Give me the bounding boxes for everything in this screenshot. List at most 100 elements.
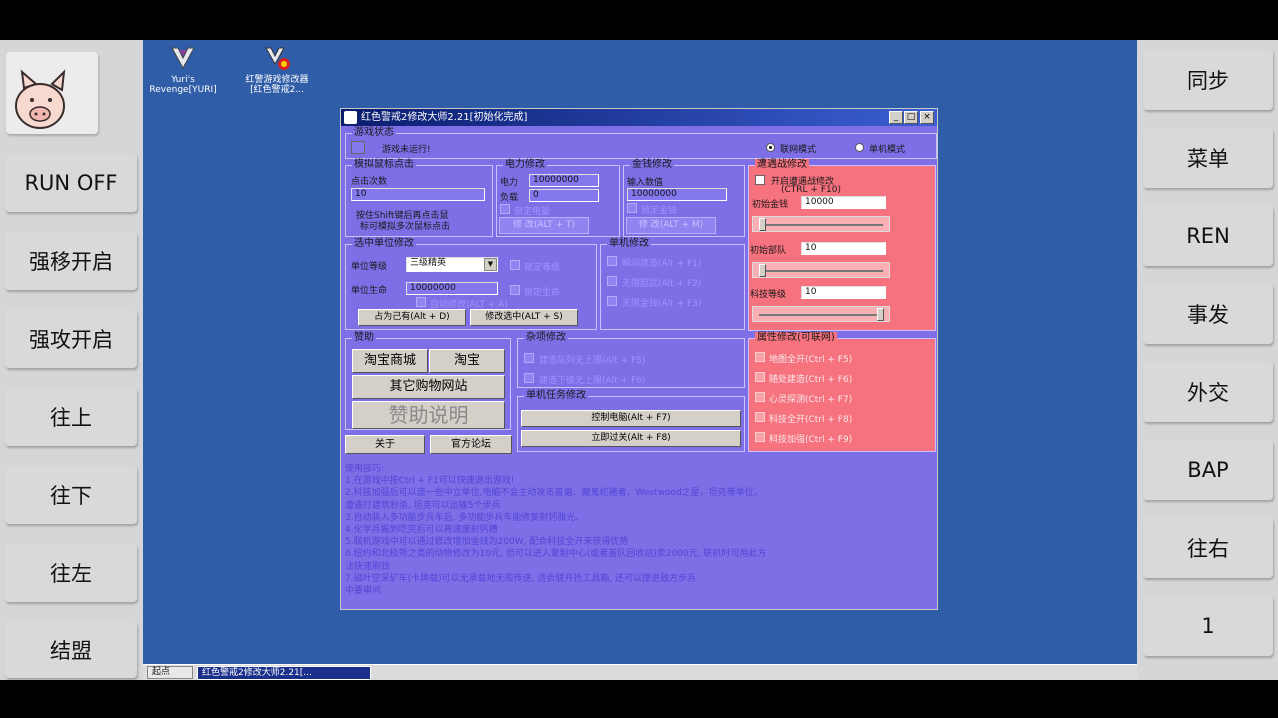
map-reveal-checkbox[interactable] [755,352,765,362]
modify-selected-button[interactable]: 修改选中(ALT + S) [470,309,578,326]
build-lower-checkbox[interactable] [524,373,534,383]
map-reveal-label: 地图全开(Ctrl + F5) [769,355,853,365]
psychic-reveal-checkbox[interactable] [755,392,765,402]
instant-win-button[interactable]: 立即过关(Alt + F8) [521,430,741,447]
tip-line: 3.自动装入多功能步兵车后, 多功能步兵车能修复射钙雅光。 [345,512,585,523]
force-attack-button[interactable]: 强攻开启 [5,310,137,368]
lock-life-checkbox[interactable] [510,285,520,295]
ren-button[interactable]: REN [1143,206,1273,266]
start-label: 起点 [152,667,171,677]
instant-build-checkbox[interactable] [607,256,617,266]
tech-boost-checkbox[interactable] [755,432,765,442]
move-up-button[interactable]: 往上 [5,388,137,446]
control-ai-button[interactable]: 控制电脑(Alt + F7) [521,410,741,427]
minimize-button[interactable]: _ [889,111,903,124]
modify-power-button[interactable]: 修 改(ALT + T) [499,217,589,234]
unit-life-input[interactable]: 10000000 [406,282,498,295]
force-move-button[interactable]: 强移开启 [5,232,137,290]
desktop-icon-yuri[interactable]: Yuri's Revenge[YURI] [147,44,219,95]
menu-button[interactable]: 菜单 [1143,128,1273,188]
unit-level-label: 单位等级 [351,262,388,272]
build-lower-label: 建造下级无上限(Alt + F6) [539,376,646,386]
build-queue-label: 建造队列无上限(Alt + F5) [539,356,646,366]
incident-button[interactable]: 事发 [1143,284,1273,344]
tech-all-checkbox[interactable] [755,412,765,422]
unlimited-super-checkbox[interactable] [607,276,617,286]
initial-money-input[interactable]: 10000 [801,196,886,209]
power-input[interactable]: 10000000 [529,174,599,187]
move-down-button[interactable]: 往下 [5,466,137,524]
lock-money-checkbox[interactable] [627,203,637,213]
group-title: 金钱修改 [630,159,674,171]
tech-level-input[interactable]: 10 [801,286,886,299]
occupy-button[interactable]: 占为己有(Alt + D) [358,309,466,326]
tip-line: 5.联机游戏中可以通过修改增加金钱为200W, 配合科技全开来获得优势 [345,537,629,548]
online-mode-radio[interactable] [766,143,775,152]
move-left-button[interactable]: 往左 [5,544,137,602]
bap-button[interactable]: BAP [1143,440,1273,500]
key-1-button[interactable]: 1 [1143,596,1273,656]
single-mode-label: 单机模式 [869,145,906,155]
start-button[interactable]: 起点 [147,666,193,679]
slider-thumb[interactable] [877,308,884,321]
money-input[interactable]: 10000000 [627,188,727,201]
tip-line: 2.科技加强后可以造一些中立单位,电脑不会主动攻击普遍、魔鬼蛇猪者、Westwo… [345,488,763,499]
initial-team-input[interactable]: 10 [801,242,886,255]
lock-power-checkbox[interactable] [500,204,510,214]
pig-avatar-icon[interactable] [6,52,98,134]
taskbar: 起点 红色警戒2修改大师2.21[... [143,664,1137,680]
load-input[interactable]: 0 [529,189,599,202]
alliance-button[interactable]: 结盟 [5,622,137,678]
encounter-hotkey: (CTRL + F10) [781,185,841,195]
slider-thumb[interactable] [759,264,766,277]
modify-money-button[interactable]: 修 改(ALT + M) [626,217,716,234]
power-label: 电力 [500,178,519,188]
taskbar-task-trainer[interactable]: 红色警戒2修改大师2.21[... [197,666,371,680]
about-button[interactable]: 关于 [345,435,425,454]
sync-button[interactable]: 同步 [1143,50,1273,110]
tip-line: 4.化学兵搬到吃完后可以再速度射钙槽 [345,525,498,536]
desktop-icon-trainer[interactable]: 红警游戏修改器 [红色警戒2... [233,44,321,95]
other-shops-button[interactable]: 其它购物网站 [352,375,505,399]
run-off-button[interactable]: RUN OFF [5,154,137,212]
yuri-logo-icon [168,44,198,72]
single-mode-radio[interactable] [855,143,864,152]
click-count-input[interactable]: 10 [351,188,485,201]
move-right-button[interactable]: 往右 [1143,518,1273,578]
unit-level-select[interactable]: 三级精英 ▼ [406,257,498,272]
unlimited-money-label: 无限金钱(Alt + F3) [622,299,702,309]
unlimited-money-checkbox[interactable] [607,296,617,306]
unit-level-value: 三级精英 [410,258,447,268]
enable-encounter-checkbox[interactable] [755,175,765,185]
build-anywhere-label: 随处建造(Ctrl + F6) [769,375,853,385]
chevron-down-icon[interactable]: ▼ [484,258,497,271]
taobao-button[interactable]: 淘宝 [429,349,505,373]
auto-modify-checkbox[interactable] [416,297,426,307]
initial-team-label: 初始部队 [750,246,787,256]
group-title: 单机任务修改 [524,390,588,402]
close-button[interactable]: × [920,111,934,124]
initial-team-slider[interactable] [752,262,890,278]
taobao-mall-button[interactable]: 淘宝商城 [352,349,428,373]
group-title: 杂项修改 [524,332,568,344]
tech-level-label: 科技等级 [750,290,787,300]
single-player-group: 单机修改 瞬间建造(Alt + F1) 无限超武(Alt + F2) 无限金钱(… [600,238,745,330]
slider-thumb[interactable] [759,218,766,231]
window-titlebar[interactable]: 红色警戒2修改大师2.21[初始化完成] _ □ × [341,109,937,126]
group-title: 遭遇战修改 [755,159,809,171]
sponsor-info-button[interactable]: 赞助说明 [352,401,505,429]
tip-line: 遭遇打建筑秒杀, 坦克可以运输5个步兵 [345,500,501,511]
lock-level-checkbox[interactable] [510,260,520,270]
tech-level-slider[interactable] [752,306,890,322]
group-title: 赞助 [352,332,376,344]
build-anywhere-checkbox[interactable] [755,372,765,382]
online-mode-label: 联网模式 [780,145,817,155]
trainer-window: 红色警戒2修改大师2.21[初始化完成] _ □ × 游戏状态 游戏未运行! 联… [340,108,938,610]
build-queue-checkbox[interactable] [524,353,534,363]
maximize-button[interactable]: □ [904,111,918,124]
diplomacy-button[interactable]: 外交 [1143,362,1273,422]
tips-title: 使用技巧: [345,464,385,474]
selected-unit-group: 选中单位修改 单位等级 三级精英 ▼ 锁定等级 单位生命 10000000 锁定… [345,238,597,330]
official-forum-button[interactable]: 官方论坛 [430,435,512,454]
initial-money-slider[interactable] [752,216,890,232]
